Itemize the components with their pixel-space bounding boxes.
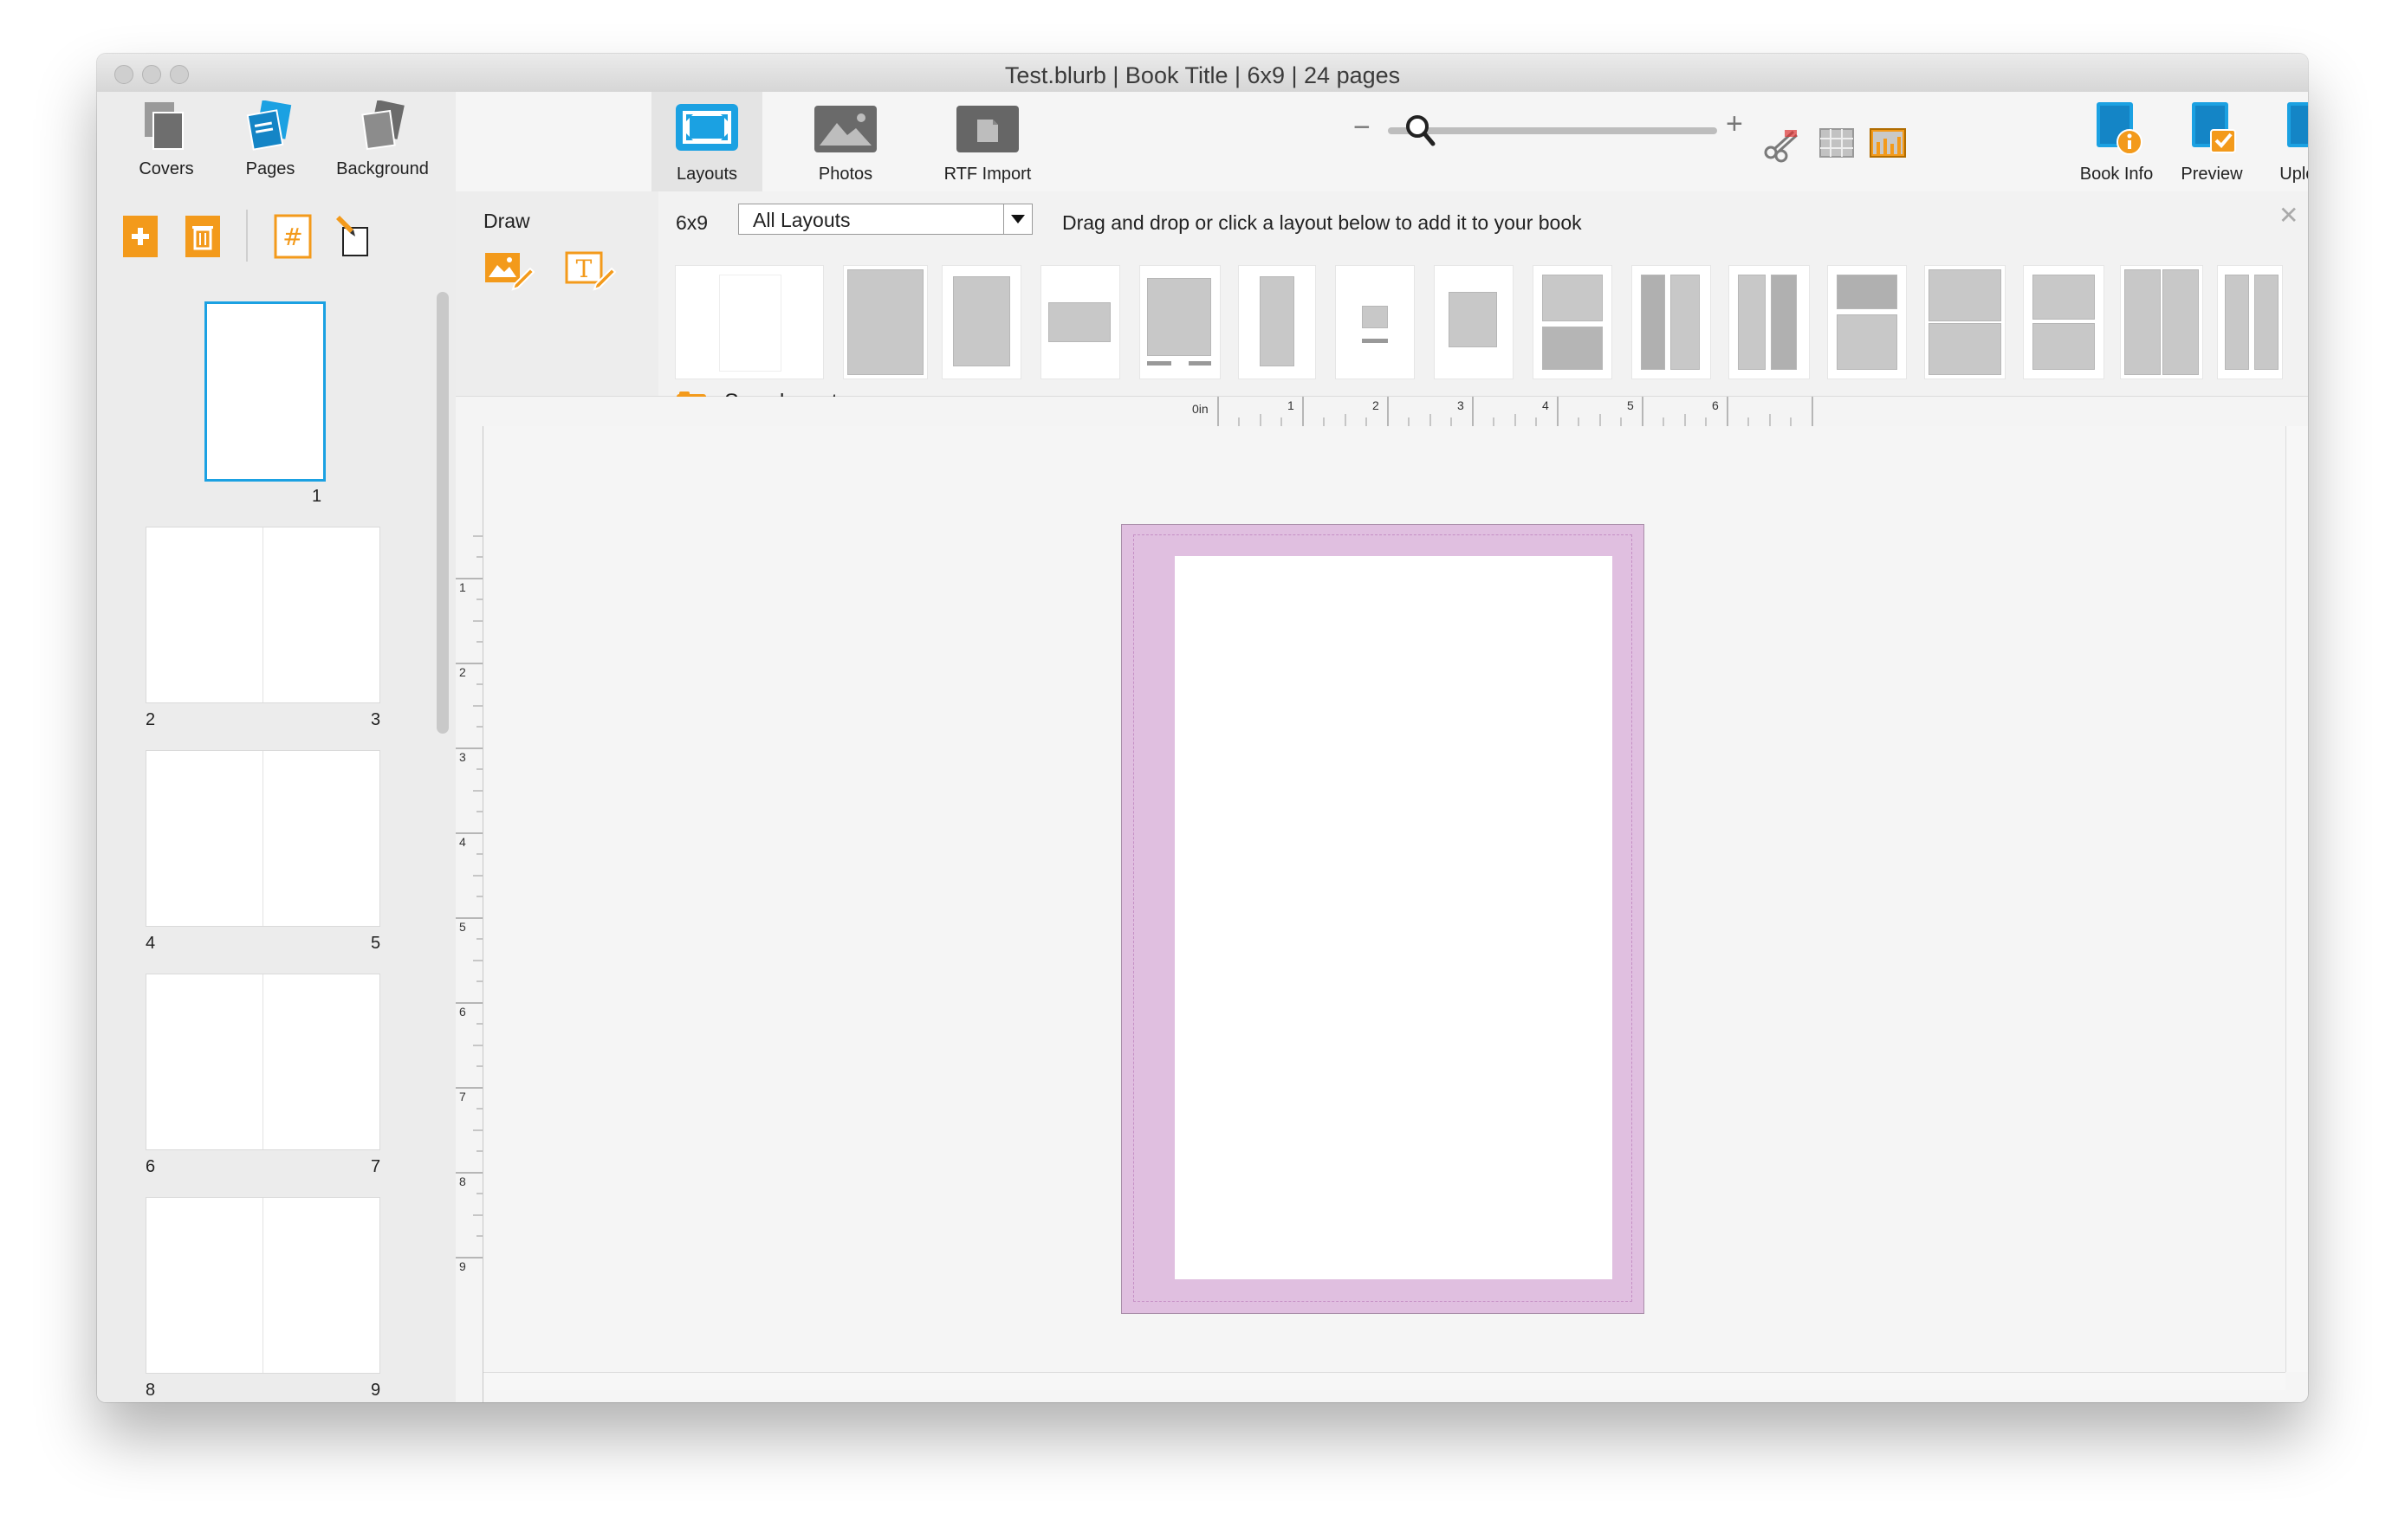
svg-text:T: T xyxy=(576,255,593,283)
edit-page-icon[interactable] xyxy=(333,214,371,259)
page-number: 3 xyxy=(371,710,381,729)
photos-icon xyxy=(813,104,878,159)
title-bar: Test.blurb | Book Title | 6x9 | 24 pages xyxy=(97,54,2308,93)
layout-small-photo[interactable] xyxy=(1336,266,1414,379)
upload-button[interactable]: Upload xyxy=(2259,92,2308,191)
layout-blank[interactable] xyxy=(676,266,823,379)
preview-button[interactable]: Preview xyxy=(2164,92,2259,191)
main-toolbar: Layouts Photos RTF Import − + Book Info … xyxy=(456,92,2308,191)
chevron-down-icon xyxy=(1003,204,1032,234)
layout-photo-caption[interactable] xyxy=(1140,266,1220,379)
layout-narrow-center[interactable] xyxy=(1239,266,1315,379)
covers-icon xyxy=(139,100,193,154)
ruler-label: 1 xyxy=(459,580,466,594)
page-number: 5 xyxy=(371,934,381,953)
canvas-vertical-scrollbar[interactable] xyxy=(2285,426,2308,1372)
draw-text-box-icon[interactable]: T xyxy=(565,249,617,295)
page-number: 6 xyxy=(146,1157,156,1176)
layout-two-columns-bleed[interactable] xyxy=(2121,266,2202,379)
close-icon[interactable]: ✕ xyxy=(2279,201,2298,230)
spread-thumbnail-4-5[interactable] xyxy=(146,750,380,927)
book-size-label: 6x9 xyxy=(676,211,709,234)
page-number: 1 xyxy=(312,487,322,506)
ruler-label: 4 xyxy=(459,835,466,849)
layout-two-columns[interactable] xyxy=(1632,266,1710,379)
ruler-label: 6 xyxy=(459,1005,466,1019)
draw-label: Draw xyxy=(483,210,530,232)
vertical-ruler: 1 2 3 4 5 6 7 8 9 xyxy=(456,426,483,1402)
ruler-label: 3 xyxy=(1457,398,1464,412)
layout-two-stacked[interactable] xyxy=(1533,266,1611,379)
ruler-label: 2 xyxy=(1372,398,1379,412)
tab-rtf-import[interactable]: RTF Import xyxy=(929,92,1047,191)
pages-button[interactable]: Pages xyxy=(218,92,322,179)
upload-icon xyxy=(2285,100,2308,162)
layout-two-stacked-bleed[interactable] xyxy=(1925,266,2005,379)
rtf-import-icon xyxy=(955,104,1021,159)
window-title: Test.blurb | Book Title | 6x9 | 24 pages xyxy=(1004,62,1401,88)
preview-icon xyxy=(2190,100,2239,160)
tab-photos[interactable]: Photos xyxy=(790,92,901,191)
grid-icon[interactable] xyxy=(1819,128,1854,162)
layouts-icon xyxy=(674,102,740,157)
ruler-label: 6 xyxy=(1712,398,1719,412)
layout-partial[interactable] xyxy=(2218,266,2282,379)
zoom-in-button[interactable]: + xyxy=(1726,107,1743,141)
page-number: 4 xyxy=(146,934,156,953)
ruler-label: 1 xyxy=(1287,398,1294,412)
layout-two-stacked-margin[interactable] xyxy=(2024,266,2104,379)
delete-page-icon[interactable] xyxy=(184,214,222,259)
sidebar-divider xyxy=(246,210,248,262)
ruler-label: 4 xyxy=(1542,398,1549,412)
background-icon xyxy=(356,100,410,154)
ruler-label: 2 xyxy=(459,665,466,679)
layout-two-columns-alt[interactable] xyxy=(1729,266,1809,379)
ruler-label: 7 xyxy=(459,1090,466,1103)
layout-full-margin[interactable] xyxy=(943,266,1021,379)
add-page-icon[interactable] xyxy=(121,214,159,259)
book-info-button[interactable]: Book Info xyxy=(2069,92,2164,191)
zoom-slider-magnifier-icon[interactable] xyxy=(1403,113,1438,155)
book-info-icon xyxy=(2095,100,2143,160)
left-toolbar: Covers Pages Background xyxy=(97,92,456,191)
svg-text:#: # xyxy=(282,223,302,251)
layout-hint: Drag and drop or click a layout below to… xyxy=(1062,211,1582,234)
page-number: 2 xyxy=(146,710,156,729)
ruler-label: 0in xyxy=(1192,402,1209,416)
background-button[interactable]: Background xyxy=(324,92,441,179)
page-number-icon[interactable]: # xyxy=(274,214,312,259)
ruler-label: 5 xyxy=(1627,398,1634,412)
spread-thumbnail-6-7[interactable] xyxy=(146,974,380,1150)
page-number: 8 xyxy=(146,1381,156,1400)
page-content-area[interactable] xyxy=(1175,556,1612,1279)
page-number: 9 xyxy=(371,1381,381,1400)
crop-marks-icon[interactable] xyxy=(1762,125,1800,167)
layout-top-bottom[interactable] xyxy=(1828,266,1906,379)
covers-button[interactable]: Covers xyxy=(114,92,218,179)
ruler-guides-icon[interactable] xyxy=(1870,128,1906,162)
page-thumbnail-1[interactable] xyxy=(204,301,326,482)
layout-full-bleed[interactable] xyxy=(844,266,927,379)
sidebar-scrollbar[interactable] xyxy=(437,292,449,734)
layout-square-center[interactable] xyxy=(1435,266,1513,379)
layout-filter-dropdown[interactable]: All Layouts xyxy=(738,204,1033,235)
ruler-label: 9 xyxy=(459,1259,466,1273)
ruler-label: 5 xyxy=(459,920,466,934)
canvas-horizontal-scrollbar[interactable] xyxy=(483,1372,2285,1390)
page-number: 7 xyxy=(371,1157,381,1176)
tab-layouts[interactable]: Layouts xyxy=(651,92,762,191)
spread-thumbnail-2-3[interactable] xyxy=(146,527,380,703)
ruler-label: 8 xyxy=(459,1174,466,1188)
spread-thumbnail-8-9[interactable] xyxy=(146,1197,380,1374)
pages-icon xyxy=(243,100,297,154)
app-window: Test.blurb | Book Title | 6x9 | 24 pages… xyxy=(97,54,2308,1402)
horizontal-ruler: 0in 1 2 3 4 5 6 xyxy=(456,397,2308,427)
draw-image-box-icon[interactable] xyxy=(483,249,535,295)
layout-landscape-center[interactable] xyxy=(1041,266,1119,379)
ruler-label: 3 xyxy=(459,750,466,764)
zoom-out-button[interactable]: − xyxy=(1353,111,1371,145)
